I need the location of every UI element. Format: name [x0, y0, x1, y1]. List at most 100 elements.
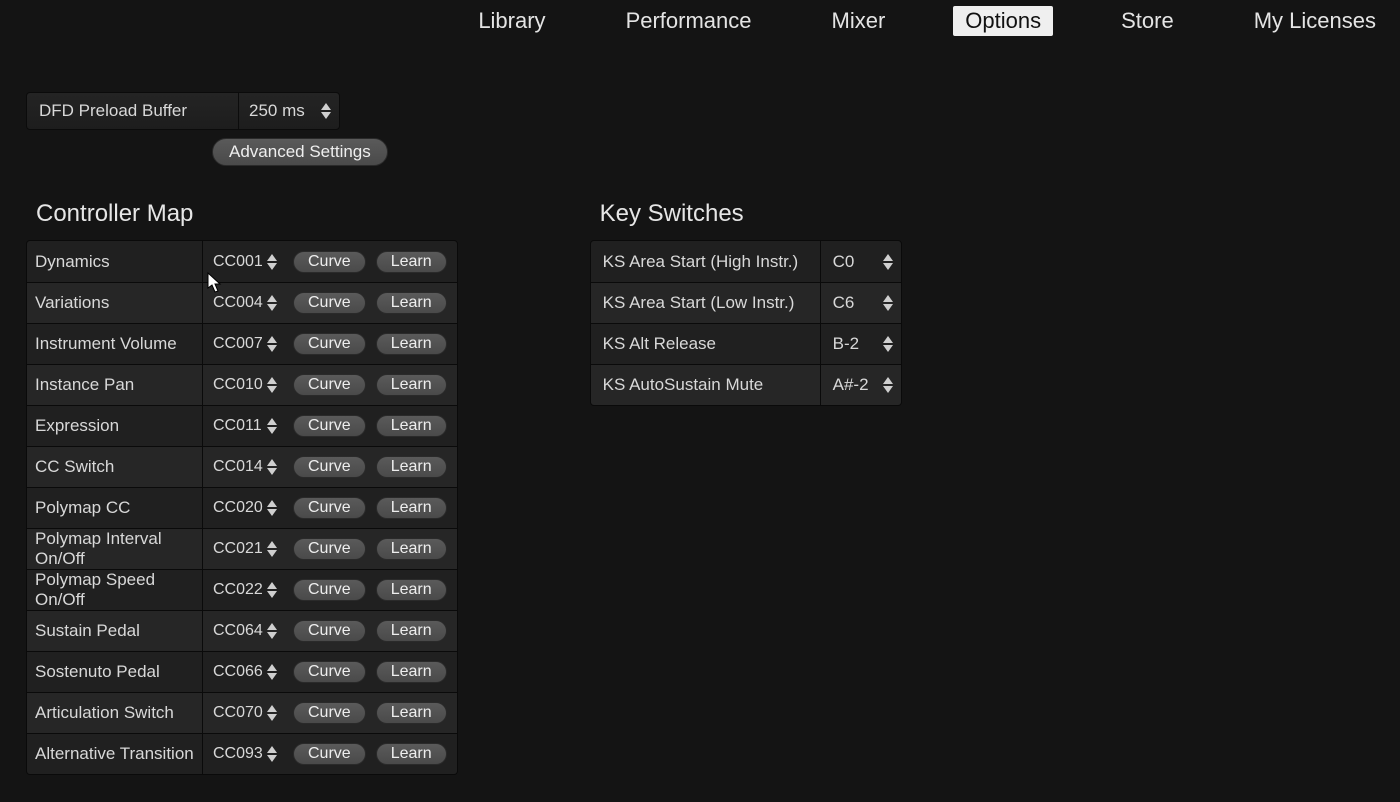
chevron-up-icon[interactable] — [267, 541, 277, 548]
chevron-up-icon[interactable] — [267, 705, 277, 712]
key-switch-note-stepper[interactable] — [883, 377, 893, 393]
chevron-up-icon[interactable] — [883, 254, 893, 261]
learn-button[interactable]: Learn — [376, 333, 447, 355]
learn-button[interactable]: Learn — [376, 620, 447, 642]
controller-map-cc[interactable]: CC093 — [203, 734, 283, 774]
controller-map-cc-stepper[interactable] — [267, 377, 277, 393]
chevron-up-icon[interactable] — [267, 336, 277, 343]
controller-map-cc[interactable]: CC022 — [203, 570, 283, 610]
key-switch-note-stepper[interactable] — [883, 254, 893, 270]
controller-map-cc-stepper[interactable] — [267, 418, 277, 434]
curve-button[interactable]: Curve — [293, 620, 366, 642]
chevron-up-icon[interactable] — [267, 418, 277, 425]
learn-button[interactable]: Learn — [376, 538, 447, 560]
key-switch-note[interactable]: C0 — [821, 241, 901, 282]
curve-button[interactable]: Curve — [293, 661, 366, 683]
curve-button[interactable]: Curve — [293, 538, 366, 560]
controller-map-cc[interactable]: CC004 — [203, 283, 283, 323]
controller-map-cc-stepper[interactable] — [267, 746, 277, 762]
curve-button[interactable]: Curve — [293, 415, 366, 437]
key-switch-note[interactable]: C6 — [821, 283, 901, 323]
key-switch-note-stepper[interactable] — [883, 336, 893, 352]
chevron-up-icon[interactable] — [267, 623, 277, 630]
dfd-preload-value[interactable]: 250 ms — [239, 101, 339, 121]
learn-button[interactable]: Learn — [376, 374, 447, 396]
chevron-up-icon[interactable] — [267, 582, 277, 589]
nav-item-options[interactable]: Options — [953, 6, 1053, 36]
learn-button[interactable]: Learn — [376, 743, 447, 765]
controller-map-cc-stepper[interactable] — [267, 500, 277, 516]
controller-map-cc-stepper[interactable] — [267, 664, 277, 680]
chevron-up-icon[interactable] — [267, 295, 277, 302]
key-switch-note-stepper[interactable] — [883, 295, 893, 311]
chevron-up-icon[interactable] — [267, 500, 277, 507]
controller-map-cc[interactable]: CC014 — [203, 447, 283, 487]
chevron-down-icon[interactable] — [267, 386, 277, 393]
curve-button[interactable]: Curve — [293, 292, 366, 314]
chevron-down-icon[interactable] — [267, 509, 277, 516]
nav-item-library[interactable]: Library — [466, 6, 557, 36]
curve-button[interactable]: Curve — [293, 702, 366, 724]
chevron-down-icon[interactable] — [883, 345, 893, 352]
controller-map-cc-stepper[interactable] — [267, 541, 277, 557]
chevron-up-icon[interactable] — [883, 336, 893, 343]
chevron-down-icon[interactable] — [883, 263, 893, 270]
curve-button[interactable]: Curve — [293, 743, 366, 765]
chevron-up-icon[interactable] — [883, 295, 893, 302]
chevron-down-icon[interactable] — [267, 304, 277, 311]
learn-button[interactable]: Learn — [376, 661, 447, 683]
controller-map-cc[interactable]: CC010 — [203, 365, 283, 405]
controller-map-cc[interactable]: CC064 — [203, 611, 283, 651]
controller-map-cc[interactable]: CC020 — [203, 488, 283, 528]
chevron-down-icon[interactable] — [267, 755, 277, 762]
learn-button[interactable]: Learn — [376, 702, 447, 724]
controller-map-cc[interactable]: CC007 — [203, 324, 283, 364]
learn-button[interactable]: Learn — [376, 497, 447, 519]
chevron-down-icon[interactable] — [267, 345, 277, 352]
learn-button[interactable]: Learn — [376, 251, 447, 273]
controller-map-cc[interactable]: CC070 — [203, 693, 283, 733]
chevron-down-icon[interactable] — [883, 304, 893, 311]
curve-button[interactable]: Curve — [293, 456, 366, 478]
chevron-up-icon[interactable] — [267, 746, 277, 753]
chevron-down-icon[interactable] — [267, 714, 277, 721]
chevron-down-icon[interactable] — [267, 591, 277, 598]
chevron-down-icon[interactable] — [267, 263, 277, 270]
chevron-up-icon[interactable] — [267, 254, 277, 261]
chevron-down-icon[interactable] — [267, 632, 277, 639]
chevron-up-icon[interactable] — [267, 459, 277, 466]
controller-map-cc-stepper[interactable] — [267, 705, 277, 721]
learn-button[interactable]: Learn — [376, 415, 447, 437]
advanced-settings-button[interactable]: Advanced Settings — [212, 138, 388, 166]
chevron-down-icon[interactable] — [267, 550, 277, 557]
controller-map-cc-stepper[interactable] — [267, 623, 277, 639]
chevron-up-icon[interactable] — [883, 377, 893, 384]
controller-map-cc-stepper[interactable] — [267, 582, 277, 598]
curve-button[interactable]: Curve — [293, 374, 366, 396]
nav-item-my-licenses[interactable]: My Licenses — [1242, 6, 1388, 36]
controller-map-cc[interactable]: CC021 — [203, 529, 283, 569]
chevron-down-icon[interactable] — [321, 112, 331, 119]
learn-button[interactable]: Learn — [376, 456, 447, 478]
chevron-up-icon[interactable] — [267, 664, 277, 671]
curve-button[interactable]: Curve — [293, 333, 366, 355]
nav-item-mixer[interactable]: Mixer — [820, 6, 898, 36]
controller-map-cc-stepper[interactable] — [267, 459, 277, 475]
curve-button[interactable]: Curve — [293, 251, 366, 273]
chevron-down-icon[interactable] — [267, 673, 277, 680]
controller-map-cc-stepper[interactable] — [267, 254, 277, 270]
chevron-down-icon[interactable] — [267, 427, 277, 434]
controller-map-cc[interactable]: CC001 — [203, 241, 283, 282]
learn-button[interactable]: Learn — [376, 292, 447, 314]
controller-map-cc-stepper[interactable] — [267, 295, 277, 311]
chevron-up-icon[interactable] — [267, 377, 277, 384]
key-switch-note[interactable]: A#-2 — [821, 365, 901, 405]
curve-button[interactable]: Curve — [293, 579, 366, 601]
chevron-down-icon[interactable] — [883, 386, 893, 393]
nav-item-store[interactable]: Store — [1109, 6, 1186, 36]
dfd-preload-stepper[interactable] — [321, 103, 331, 119]
controller-map-cc[interactable]: CC011 — [203, 406, 283, 446]
nav-item-performance[interactable]: Performance — [614, 6, 764, 36]
controller-map-cc[interactable]: CC066 — [203, 652, 283, 692]
chevron-up-icon[interactable] — [321, 103, 331, 110]
